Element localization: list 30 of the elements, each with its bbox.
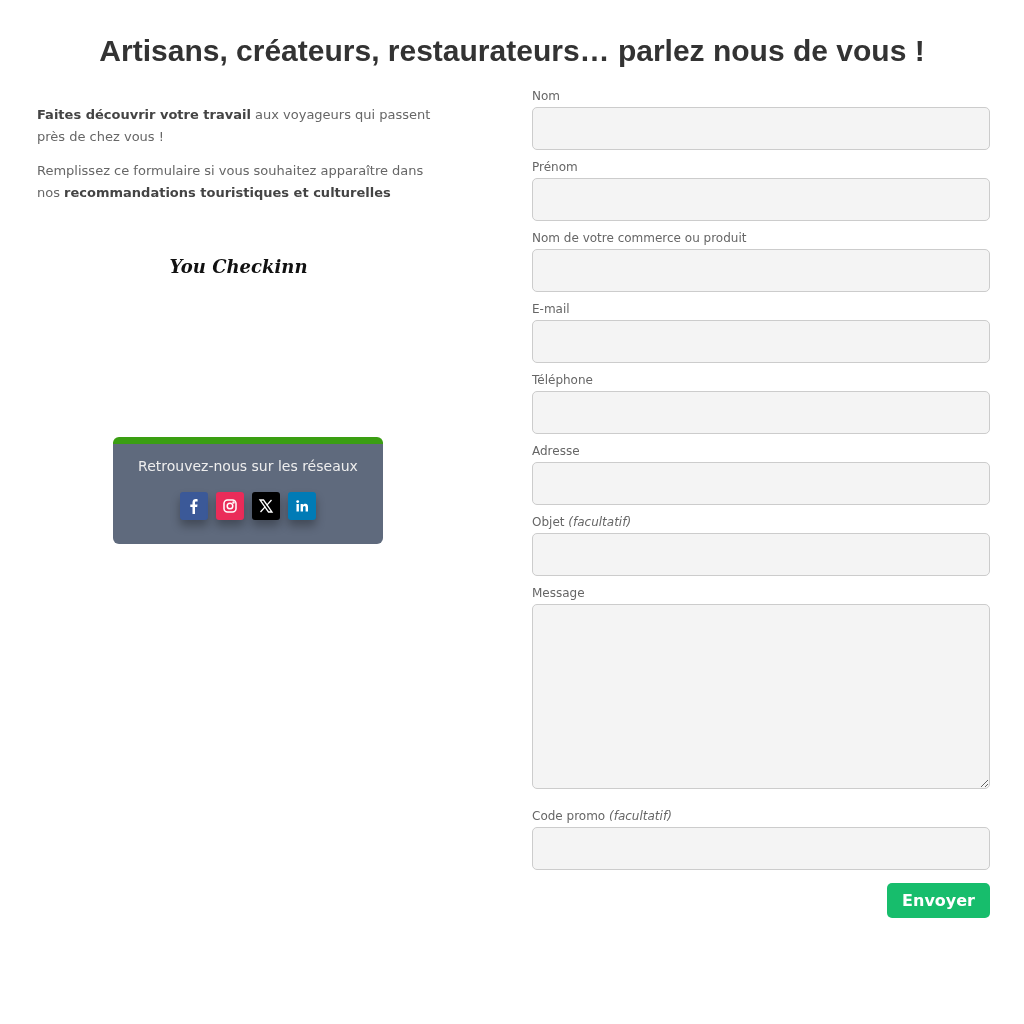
field-label: Adresse: [532, 443, 581, 459]
instagram-icon: [223, 499, 237, 513]
input-field[interactable]: [532, 533, 990, 576]
input-field[interactable]: [532, 462, 990, 505]
card-title: Retrouvez-nous sur les réseaux: [138, 458, 358, 474]
page-title: Artisans, créateurs, restaurateurs… parlez nous de vous !: [98, 34, 926, 68]
field-label: Téléphone: [532, 372, 594, 388]
input-field[interactable]: [532, 391, 990, 434]
submit-button[interactable]: Envoyer: [887, 883, 990, 918]
social-link[interactable]: [180, 492, 208, 520]
social-link[interactable]: [252, 492, 280, 520]
input-field[interactable]: [532, 827, 990, 870]
linkedin-icon: [296, 500, 308, 512]
input-field[interactable]: [532, 249, 990, 292]
x-logo-icon: [258, 499, 274, 513]
input-field[interactable]: [532, 320, 990, 363]
intro-paragraph: Faites découvrir votre travail aux voyageurs qui passent près de chez vous !: [37, 106, 432, 146]
logo: You Checkinn: [169, 256, 308, 277]
field-label: Nom de votre commerce ou produit: [532, 230, 748, 246]
intro-paragraph: Remplissez ce formulaire si vous souhaitez apparaître dans nos recommandations touristiques et culturelles: [37, 162, 425, 202]
field-label: Nom: [532, 88, 561, 104]
field-label: Message: [532, 585, 586, 601]
field-label: Prénom: [532, 159, 579, 175]
field-label: Code promo (facultatif): [532, 808, 673, 824]
message-field[interactable]: [532, 604, 990, 789]
field-label: Objet (facultatif): [532, 514, 633, 530]
input-field[interactable]: [532, 178, 990, 221]
input-field[interactable]: [532, 107, 990, 150]
field-label: E-mail: [532, 301, 571, 317]
facebook-icon: [190, 499, 198, 514]
